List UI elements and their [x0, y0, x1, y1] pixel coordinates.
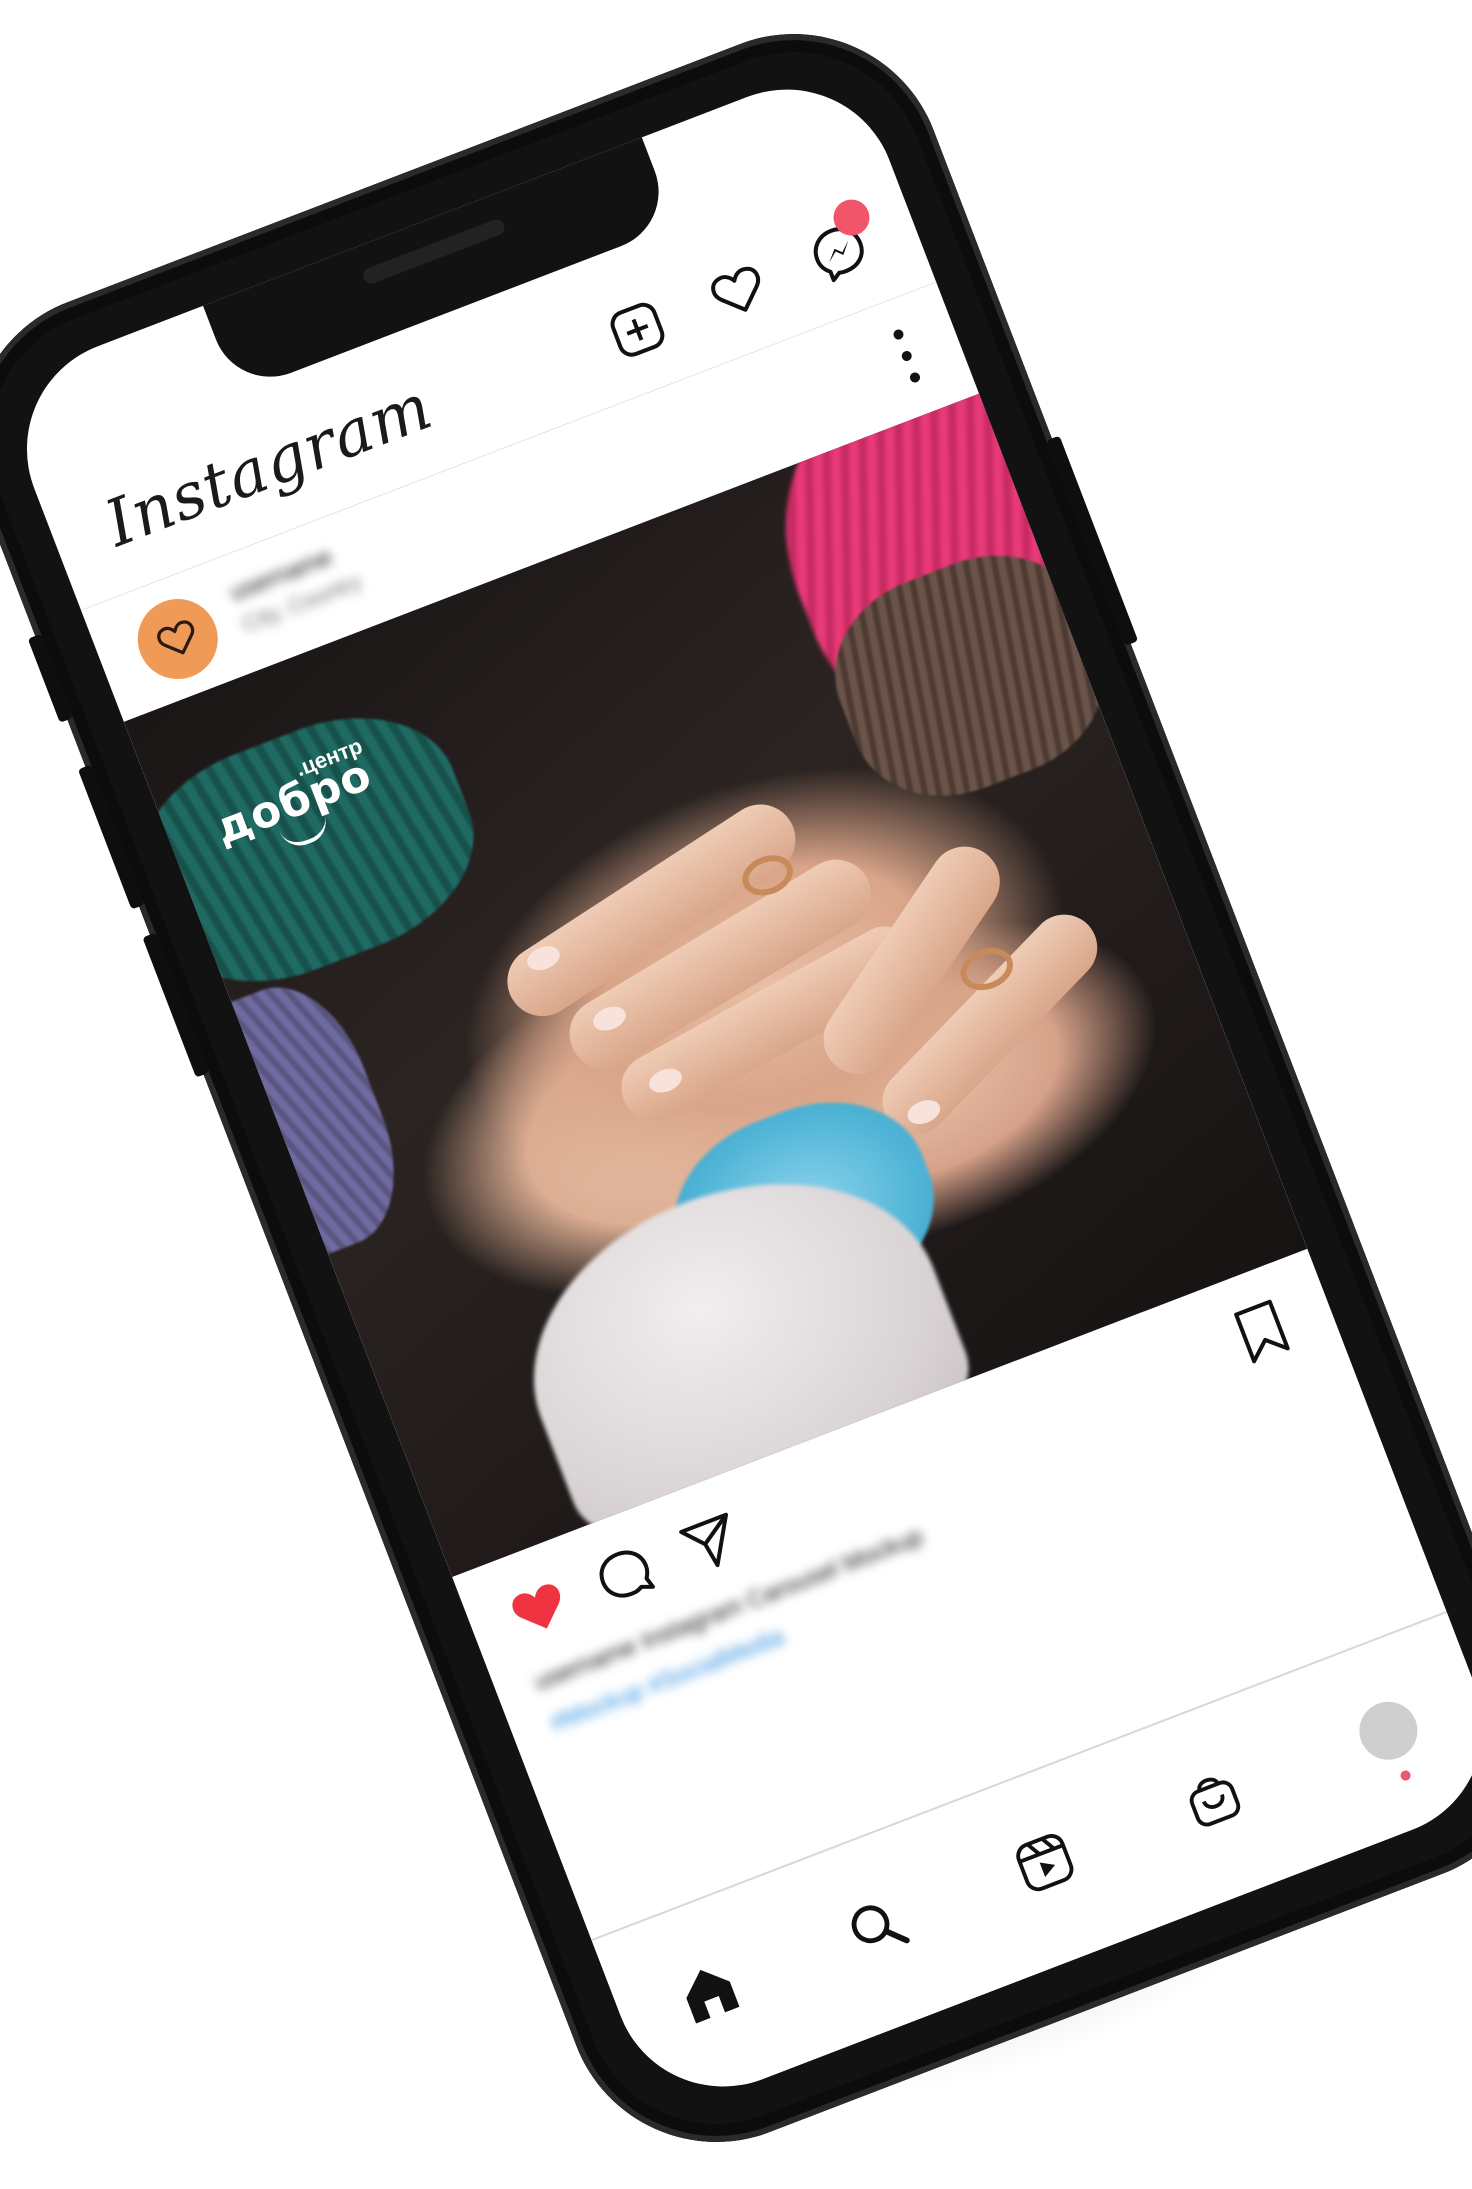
messenger-icon[interactable] [798, 194, 881, 294]
phone-mockup: Instagram username City, Country .центр … [0, 0, 1472, 2186]
new-post-icon[interactable] [596, 288, 679, 371]
heart-outline-icon [157, 620, 195, 655]
more-options-icon[interactable] [890, 325, 923, 387]
heart-icon[interactable] [697, 250, 780, 333]
comment-icon[interactable] [584, 1534, 667, 1617]
shop-icon[interactable] [1173, 1758, 1253, 1838]
reels-icon[interactable] [1005, 1823, 1085, 1903]
share-icon[interactable] [669, 1501, 752, 1584]
profile-avatar[interactable] [1350, 1693, 1426, 1769]
post-avatar[interactable] [126, 587, 230, 691]
search-icon[interactable] [837, 1887, 917, 1967]
bookmark-icon[interactable] [1220, 1289, 1303, 1372]
profile-notification-dot [1399, 1769, 1413, 1782]
home-icon[interactable] [669, 1952, 749, 2032]
like-heart-icon[interactable] [498, 1567, 581, 1650]
